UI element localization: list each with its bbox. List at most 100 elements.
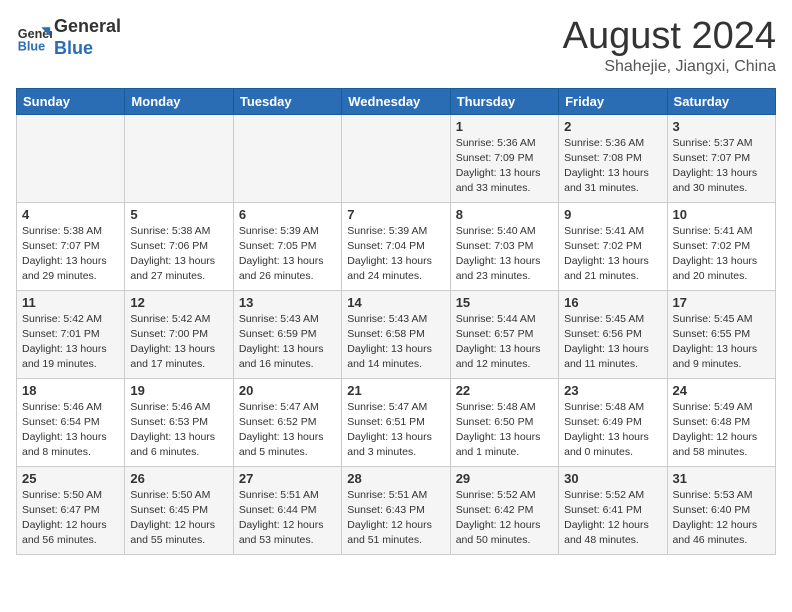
calendar-cell: 21 Sunrise: 5:47 AM Sunset: 6:51 PM Dayli… bbox=[342, 378, 450, 466]
header-day-friday: Friday bbox=[559, 88, 667, 114]
calendar-cell bbox=[342, 114, 450, 202]
calendar-cell: 22 Sunrise: 5:48 AM Sunset: 6:50 PM Dayli… bbox=[450, 378, 558, 466]
logo-general: General bbox=[54, 16, 121, 36]
day-info: Sunrise: 5:38 AM Sunset: 7:07 PM Dayligh… bbox=[22, 224, 119, 285]
day-info: Sunrise: 5:44 AM Sunset: 6:57 PM Dayligh… bbox=[456, 312, 553, 373]
calendar-cell: 12 Sunrise: 5:42 AM Sunset: 7:00 PM Dayli… bbox=[125, 290, 233, 378]
header-row: SundayMondayTuesdayWednesdayThursdayFrid… bbox=[17, 88, 776, 114]
calendar-cell: 10Sunrise: 5:41 AM Sunset: 7:02 PM Dayli… bbox=[667, 202, 775, 290]
day-number: 31 bbox=[673, 471, 770, 486]
day-info: Sunrise: 5:47 AM Sunset: 6:51 PM Dayligh… bbox=[347, 400, 444, 461]
calendar-cell: 17Sunrise: 5:45 AM Sunset: 6:55 PM Dayli… bbox=[667, 290, 775, 378]
day-number: 23 bbox=[564, 383, 661, 398]
day-info: Sunrise: 5:49 AM Sunset: 6:48 PM Dayligh… bbox=[673, 400, 770, 461]
day-info: Sunrise: 5:36 AM Sunset: 7:09 PM Dayligh… bbox=[456, 136, 553, 197]
header-day-tuesday: Tuesday bbox=[233, 88, 341, 114]
day-number: 8 bbox=[456, 207, 553, 222]
day-number: 5 bbox=[130, 207, 227, 222]
day-info: Sunrise: 5:46 AM Sunset: 6:53 PM Dayligh… bbox=[130, 400, 227, 461]
calendar-cell: 16 Sunrise: 5:45 AM Sunset: 6:56 PM Dayli… bbox=[559, 290, 667, 378]
day-info: Sunrise: 5:41 AM Sunset: 7:02 PM Dayligh… bbox=[564, 224, 661, 285]
day-info: Sunrise: 5:37 AM Sunset: 7:07 PM Dayligh… bbox=[673, 136, 770, 197]
day-info: Sunrise: 5:50 AM Sunset: 6:47 PM Dayligh… bbox=[22, 488, 119, 549]
header-day-monday: Monday bbox=[125, 88, 233, 114]
day-number: 21 bbox=[347, 383, 444, 398]
day-number: 20 bbox=[239, 383, 336, 398]
day-info: Sunrise: 5:39 AM Sunset: 7:05 PM Dayligh… bbox=[239, 224, 336, 285]
day-info: Sunrise: 5:47 AM Sunset: 6:52 PM Dayligh… bbox=[239, 400, 336, 461]
calendar-cell: 11 Sunrise: 5:42 AM Sunset: 7:01 PM Dayli… bbox=[17, 290, 125, 378]
day-info: Sunrise: 5:39 AM Sunset: 7:04 PM Dayligh… bbox=[347, 224, 444, 285]
day-number: 11 bbox=[22, 295, 119, 310]
day-info: Sunrise: 5:43 AM Sunset: 6:58 PM Dayligh… bbox=[347, 312, 444, 373]
day-number: 26 bbox=[130, 471, 227, 486]
calendar-cell: 3 Sunrise: 5:37 AM Sunset: 7:07 PM Daylig… bbox=[667, 114, 775, 202]
calendar-cell: 26 Sunrise: 5:50 AM Sunset: 6:45 PM Dayli… bbox=[125, 466, 233, 554]
day-info: Sunrise: 5:46 AM Sunset: 6:54 PM Dayligh… bbox=[22, 400, 119, 461]
day-info: Sunrise: 5:48 AM Sunset: 6:49 PM Dayligh… bbox=[564, 400, 661, 461]
calendar-cell: 15Sunrise: 5:44 AM Sunset: 6:57 PM Dayli… bbox=[450, 290, 558, 378]
day-number: 24 bbox=[673, 383, 770, 398]
calendar-cell: 2Sunrise: 5:36 AM Sunset: 7:08 PM Daylig… bbox=[559, 114, 667, 202]
page-header: General Blue General Blue August 2024 Sh… bbox=[16, 16, 776, 76]
day-number: 17 bbox=[673, 295, 770, 310]
day-number: 3 bbox=[673, 119, 770, 134]
calendar-cell: 29Sunrise: 5:52 AM Sunset: 6:42 PM Dayli… bbox=[450, 466, 558, 554]
header-day-thursday: Thursday bbox=[450, 88, 558, 114]
day-number: 13 bbox=[239, 295, 336, 310]
day-number: 12 bbox=[130, 295, 227, 310]
calendar-cell: 30Sunrise: 5:52 AM Sunset: 6:41 PM Dayli… bbox=[559, 466, 667, 554]
calendar-cell: 18Sunrise: 5:46 AM Sunset: 6:54 PM Dayli… bbox=[17, 378, 125, 466]
logo-blue: Blue bbox=[54, 38, 93, 58]
day-info: Sunrise: 5:50 AM Sunset: 6:45 PM Dayligh… bbox=[130, 488, 227, 549]
calendar-cell: 7 Sunrise: 5:39 AM Sunset: 7:04 PM Daylig… bbox=[342, 202, 450, 290]
calendar-cell: 31 Sunrise: 5:53 AM Sunset: 6:40 PM Dayli… bbox=[667, 466, 775, 554]
calendar-cell bbox=[233, 114, 341, 202]
day-number: 27 bbox=[239, 471, 336, 486]
day-info: Sunrise: 5:42 AM Sunset: 7:01 PM Dayligh… bbox=[22, 312, 119, 373]
day-number: 4 bbox=[22, 207, 119, 222]
month-year: August 2024 bbox=[563, 16, 776, 58]
header-day-sunday: Sunday bbox=[17, 88, 125, 114]
calendar-cell bbox=[17, 114, 125, 202]
calendar-week-4: 18Sunrise: 5:46 AM Sunset: 6:54 PM Dayli… bbox=[17, 378, 776, 466]
calendar-cell: 23 Sunrise: 5:48 AM Sunset: 6:49 PM Dayli… bbox=[559, 378, 667, 466]
svg-text:Blue: Blue bbox=[18, 39, 45, 53]
day-number: 30 bbox=[564, 471, 661, 486]
day-info: Sunrise: 5:51 AM Sunset: 6:44 PM Dayligh… bbox=[239, 488, 336, 549]
logo: General Blue General Blue bbox=[16, 16, 121, 59]
calendar-cell: 25Sunrise: 5:50 AM Sunset: 6:47 PM Dayli… bbox=[17, 466, 125, 554]
title-section: August 2024 Shahejie, Jiangxi, China bbox=[563, 16, 776, 76]
calendar-cell: 13 Sunrise: 5:43 AM Sunset: 6:59 PM Dayli… bbox=[233, 290, 341, 378]
calendar-cell: 14 Sunrise: 5:43 AM Sunset: 6:58 PM Dayli… bbox=[342, 290, 450, 378]
day-number: 22 bbox=[456, 383, 553, 398]
logo-text: General Blue bbox=[54, 16, 121, 59]
calendar-week-1: 1Sunrise: 5:36 AM Sunset: 7:09 PM Daylig… bbox=[17, 114, 776, 202]
day-info: Sunrise: 5:48 AM Sunset: 6:50 PM Dayligh… bbox=[456, 400, 553, 461]
day-number: 10 bbox=[673, 207, 770, 222]
day-info: Sunrise: 5:42 AM Sunset: 7:00 PM Dayligh… bbox=[130, 312, 227, 373]
calendar-table: SundayMondayTuesdayWednesdayThursdayFrid… bbox=[16, 88, 776, 555]
day-number: 14 bbox=[347, 295, 444, 310]
day-number: 7 bbox=[347, 207, 444, 222]
calendar-cell: 8 Sunrise: 5:40 AM Sunset: 7:03 PM Daylig… bbox=[450, 202, 558, 290]
day-info: Sunrise: 5:45 AM Sunset: 6:56 PM Dayligh… bbox=[564, 312, 661, 373]
day-info: Sunrise: 5:53 AM Sunset: 6:40 PM Dayligh… bbox=[673, 488, 770, 549]
calendar-cell bbox=[125, 114, 233, 202]
day-info: Sunrise: 5:51 AM Sunset: 6:43 PM Dayligh… bbox=[347, 488, 444, 549]
calendar-header: SundayMondayTuesdayWednesdayThursdayFrid… bbox=[17, 88, 776, 114]
calendar-cell: 27 Sunrise: 5:51 AM Sunset: 6:44 PM Dayli… bbox=[233, 466, 341, 554]
calendar-body: 1Sunrise: 5:36 AM Sunset: 7:09 PM Daylig… bbox=[17, 114, 776, 554]
day-info: Sunrise: 5:40 AM Sunset: 7:03 PM Dayligh… bbox=[456, 224, 553, 285]
calendar-week-3: 11 Sunrise: 5:42 AM Sunset: 7:01 PM Dayli… bbox=[17, 290, 776, 378]
calendar-cell: 5 Sunrise: 5:38 AM Sunset: 7:06 PM Daylig… bbox=[125, 202, 233, 290]
header-day-wednesday: Wednesday bbox=[342, 88, 450, 114]
calendar-cell: 24 Sunrise: 5:49 AM Sunset: 6:48 PM Dayli… bbox=[667, 378, 775, 466]
calendar-cell: 19Sunrise: 5:46 AM Sunset: 6:53 PM Dayli… bbox=[125, 378, 233, 466]
day-number: 16 bbox=[564, 295, 661, 310]
calendar-cell: 6 Sunrise: 5:39 AM Sunset: 7:05 PM Daylig… bbox=[233, 202, 341, 290]
day-info: Sunrise: 5:43 AM Sunset: 6:59 PM Dayligh… bbox=[239, 312, 336, 373]
day-number: 6 bbox=[239, 207, 336, 222]
day-info: Sunrise: 5:52 AM Sunset: 6:42 PM Dayligh… bbox=[456, 488, 553, 549]
day-info: Sunrise: 5:38 AM Sunset: 7:06 PM Dayligh… bbox=[130, 224, 227, 285]
